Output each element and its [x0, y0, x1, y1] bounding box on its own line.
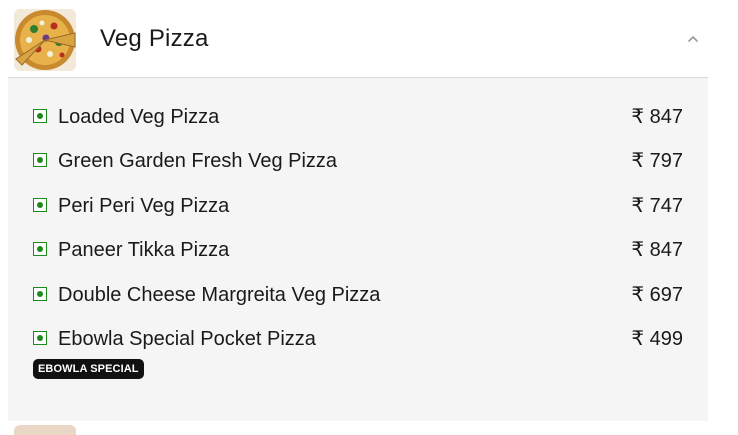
veg-indicator-icon [33, 331, 47, 345]
category-title: Veg Pizza [100, 25, 209, 52]
item-name: Peri Peri Veg Pizza [58, 195, 230, 217]
next-category-thumbnail [14, 425, 76, 435]
item-price: ₹ 697 [631, 284, 683, 306]
item-price: ₹ 847 [631, 106, 683, 128]
chevron-up-icon[interactable] [684, 30, 702, 48]
item-price: ₹ 797 [631, 150, 683, 172]
item-price: ₹ 747 [631, 195, 683, 217]
special-badge: EBOWLA SPECIAL [33, 359, 144, 379]
item-name: Double Cheese Margreita Veg Pizza [58, 284, 381, 306]
item-price: ₹ 499 [631, 328, 683, 350]
veg-indicator-icon [33, 198, 47, 212]
item-price: ₹ 847 [631, 239, 683, 261]
veg-pizza-thumbnail [14, 9, 76, 71]
menu-item[interactable]: Green Garden Fresh Veg Pizza ₹ 797 [33, 147, 683, 175]
menu-item[interactable]: Peri Peri Veg Pizza ₹ 747 [33, 192, 683, 220]
item-name: Green Garden Fresh Veg Pizza [58, 150, 338, 172]
menu-item[interactable]: Double Cheese Margreita Veg Pizza ₹ 697 [33, 281, 683, 309]
item-name: Ebowla Special Pocket Pizza [58, 328, 316, 350]
menu-item[interactable]: Ebowla Special Pocket Pizza ₹ 499 [33, 325, 683, 353]
item-name: Paneer Tikka Pizza [58, 239, 230, 261]
veg-indicator-icon [33, 153, 47, 167]
item-name: Loaded Veg Pizza [58, 106, 220, 128]
veg-indicator-icon [33, 109, 47, 123]
menu-item[interactable]: Paneer Tikka Pizza ₹ 847 [33, 236, 683, 264]
veg-indicator-icon [33, 287, 47, 301]
category-header[interactable]: Veg Pizza [8, 0, 708, 78]
menu-item[interactable]: Loaded Veg Pizza ₹ 847 [33, 103, 683, 131]
veg-indicator-icon [33, 242, 47, 256]
